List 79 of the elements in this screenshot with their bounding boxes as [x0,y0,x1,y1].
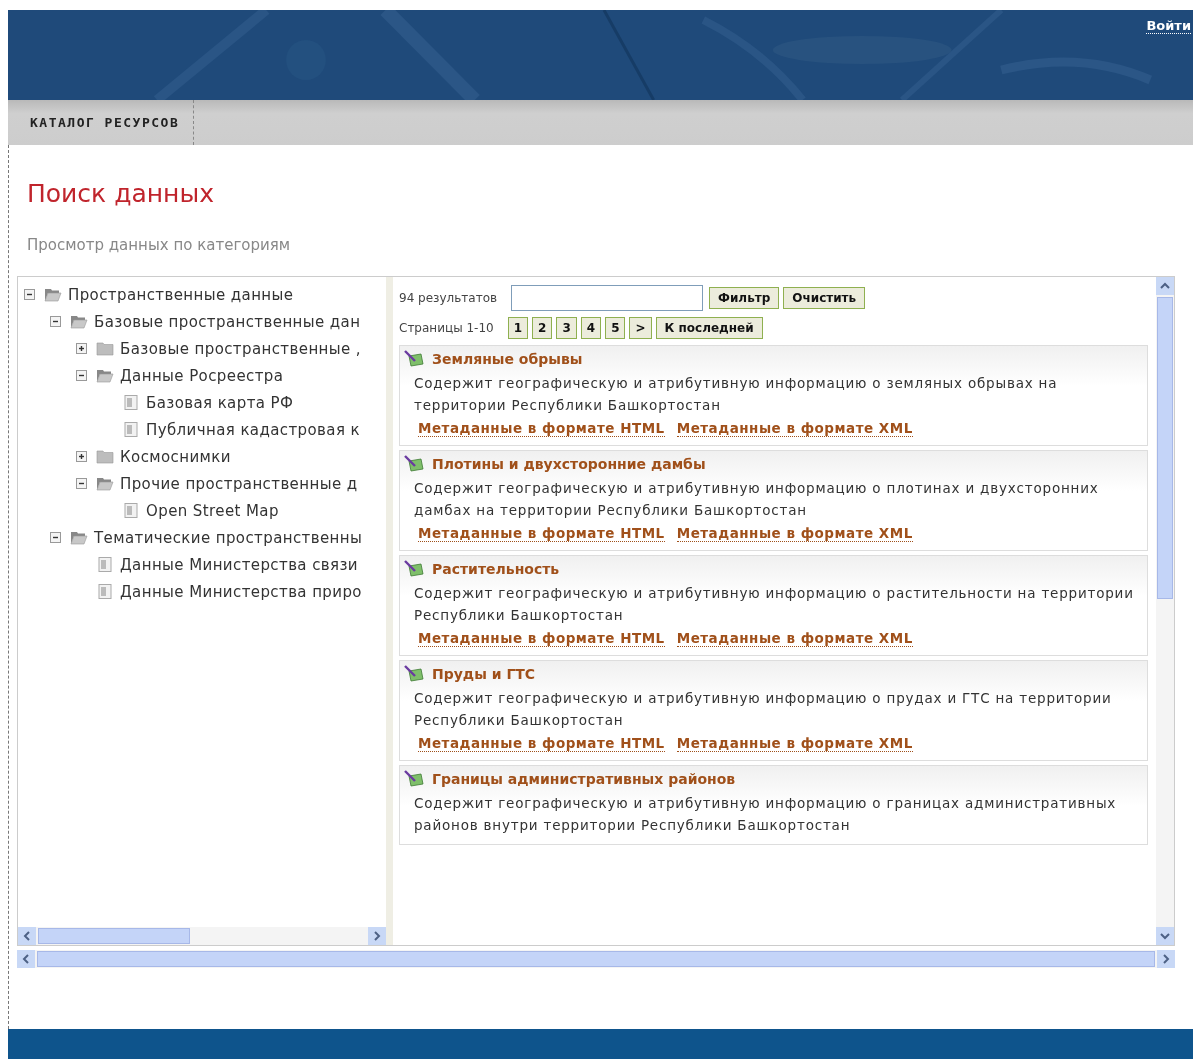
pages-label: Страницы 1-10 [399,321,494,335]
expand-toggle-icon[interactable] [76,370,87,381]
metadata-link[interactable]: Метаданные в формате HTML [418,420,665,437]
horizontal-scrollbar[interactable] [18,927,386,945]
expand-toggle-icon[interactable] [76,343,87,354]
result-description: Содержит географическую и атрибутивную информацию о границах административных районов внутри территории Республики Башкортостан [413,794,1118,835]
document-icon [122,422,140,437]
layer-edit-icon [404,770,424,788]
vertical-scrollbar[interactable] [1156,277,1174,945]
filter-field[interactable] [511,285,704,311]
tree-item[interactable]: Публичная кадастровая к [146,420,360,439]
section-title: Просмотр данных по категориям [27,236,292,254]
tree-item[interactable]: Пространственные данные [68,285,294,304]
document-icon [122,395,140,410]
open-folder-icon [44,287,62,302]
page-button[interactable]: 2 [532,317,553,339]
clear-button[interactable]: Очистить [783,287,866,309]
tree-item[interactable]: Базовая карта РФ [146,393,294,412]
page-button[interactable]: 5 [605,317,626,339]
tree-item[interactable]: Космоснимки [120,447,231,466]
scroll-left-icon[interactable] [18,927,36,945]
tree-item[interactable]: Тематические пространственны [94,528,363,547]
last-page-button[interactable]: К последней [655,317,763,339]
result-title[interactable]: Плотины и двухсторонние дамбы [432,456,706,472]
scroll-right-icon[interactable] [1157,950,1175,968]
metadata-link[interactable]: Метаданные в формате XML [676,735,913,752]
open-folder-icon [96,368,114,383]
layer-edit-icon [404,560,424,578]
layer-edit-icon [404,665,424,683]
expand-toggle-icon[interactable] [24,289,35,300]
open-folder-icon [70,314,88,329]
metadata-link[interactable]: Метаданные в формате HTML [418,630,665,647]
scroll-up-icon[interactable] [1156,277,1174,295]
document-icon [96,584,114,599]
tree-item[interactable]: Базовые пространственные дан [94,312,361,331]
page-button[interactable]: 4 [580,317,602,339]
result-title[interactable]: Пруды и ГТС [432,666,536,682]
tree-item[interactable]: Прочие пространственные д [120,474,358,493]
horizontal-scrollbar[interactable] [17,950,1175,968]
tree-item[interactable]: Данные Министерства связи [120,555,358,574]
tree-item[interactable]: Данные Министерства приро [120,582,362,601]
result-description: Содержит географическую и атрибутивную информацию о плотинах и двухсторонних дамбах на территории Республики Башкортостан [413,479,1100,520]
expand-toggle-icon[interactable] [50,316,61,327]
scroll-right-icon[interactable] [368,927,386,945]
folder-icon [96,449,114,464]
folder-icon [96,341,114,356]
metadata-link[interactable]: Метаданные в формате HTML [418,525,665,542]
result-title[interactable]: Границы административных районов [432,771,736,787]
document-icon [122,503,140,518]
login-link[interactable]: Войти [1146,18,1191,34]
expand-toggle-icon[interactable] [76,478,87,489]
result-count: 94 результатов [399,291,498,305]
scroll-left-icon[interactable] [17,950,35,968]
result-description: Содержит географическую и атрибутивную информацию о земляных обрывах на территории Республики Башкортостан [413,374,1059,415]
layer-edit-icon [404,455,424,473]
result-description: Содержит географическую и атрибутивную информацию о прудах и ГТС на территории Республики Башкортостан [413,689,1113,730]
result-title[interactable]: Земляные обрывы [432,351,583,367]
result-description: Содержит географическую и атрибутивную информацию о растительности на территории Республики Башкортостан [413,584,1135,625]
tree-item[interactable]: Базовые пространственные , [120,339,361,358]
metadata-link[interactable]: Метаданные в формате XML [676,420,913,437]
tree-item[interactable]: Open Street Map [146,501,279,520]
result-title[interactable]: Растительность [432,561,560,577]
page-button[interactable]: 1 [507,317,529,339]
tree-item[interactable]: Данные Росреестра [120,366,284,385]
page-button[interactable]: 3 [556,317,577,339]
open-folder-icon [96,476,114,491]
metadata-link[interactable]: Метаданные в формате XML [676,630,913,647]
scroll-down-icon[interactable] [1156,927,1174,945]
page-button[interactable]: > [629,317,652,339]
expand-toggle-icon[interactable] [50,532,61,543]
page-title: Поиск данных [27,179,215,208]
open-folder-icon [70,530,88,545]
metadata-link[interactable]: Метаданные в формате HTML [418,735,665,752]
expand-toggle-icon[interactable] [76,451,87,462]
nav-item[interactable]: КАТАЛОГ РЕСУРСОВ [8,100,195,145]
layer-edit-icon [404,350,424,368]
metadata-link[interactable]: Метаданные в формате XML [676,525,913,542]
filter-button[interactable]: Фильтр [709,287,780,309]
document-icon [96,557,114,572]
